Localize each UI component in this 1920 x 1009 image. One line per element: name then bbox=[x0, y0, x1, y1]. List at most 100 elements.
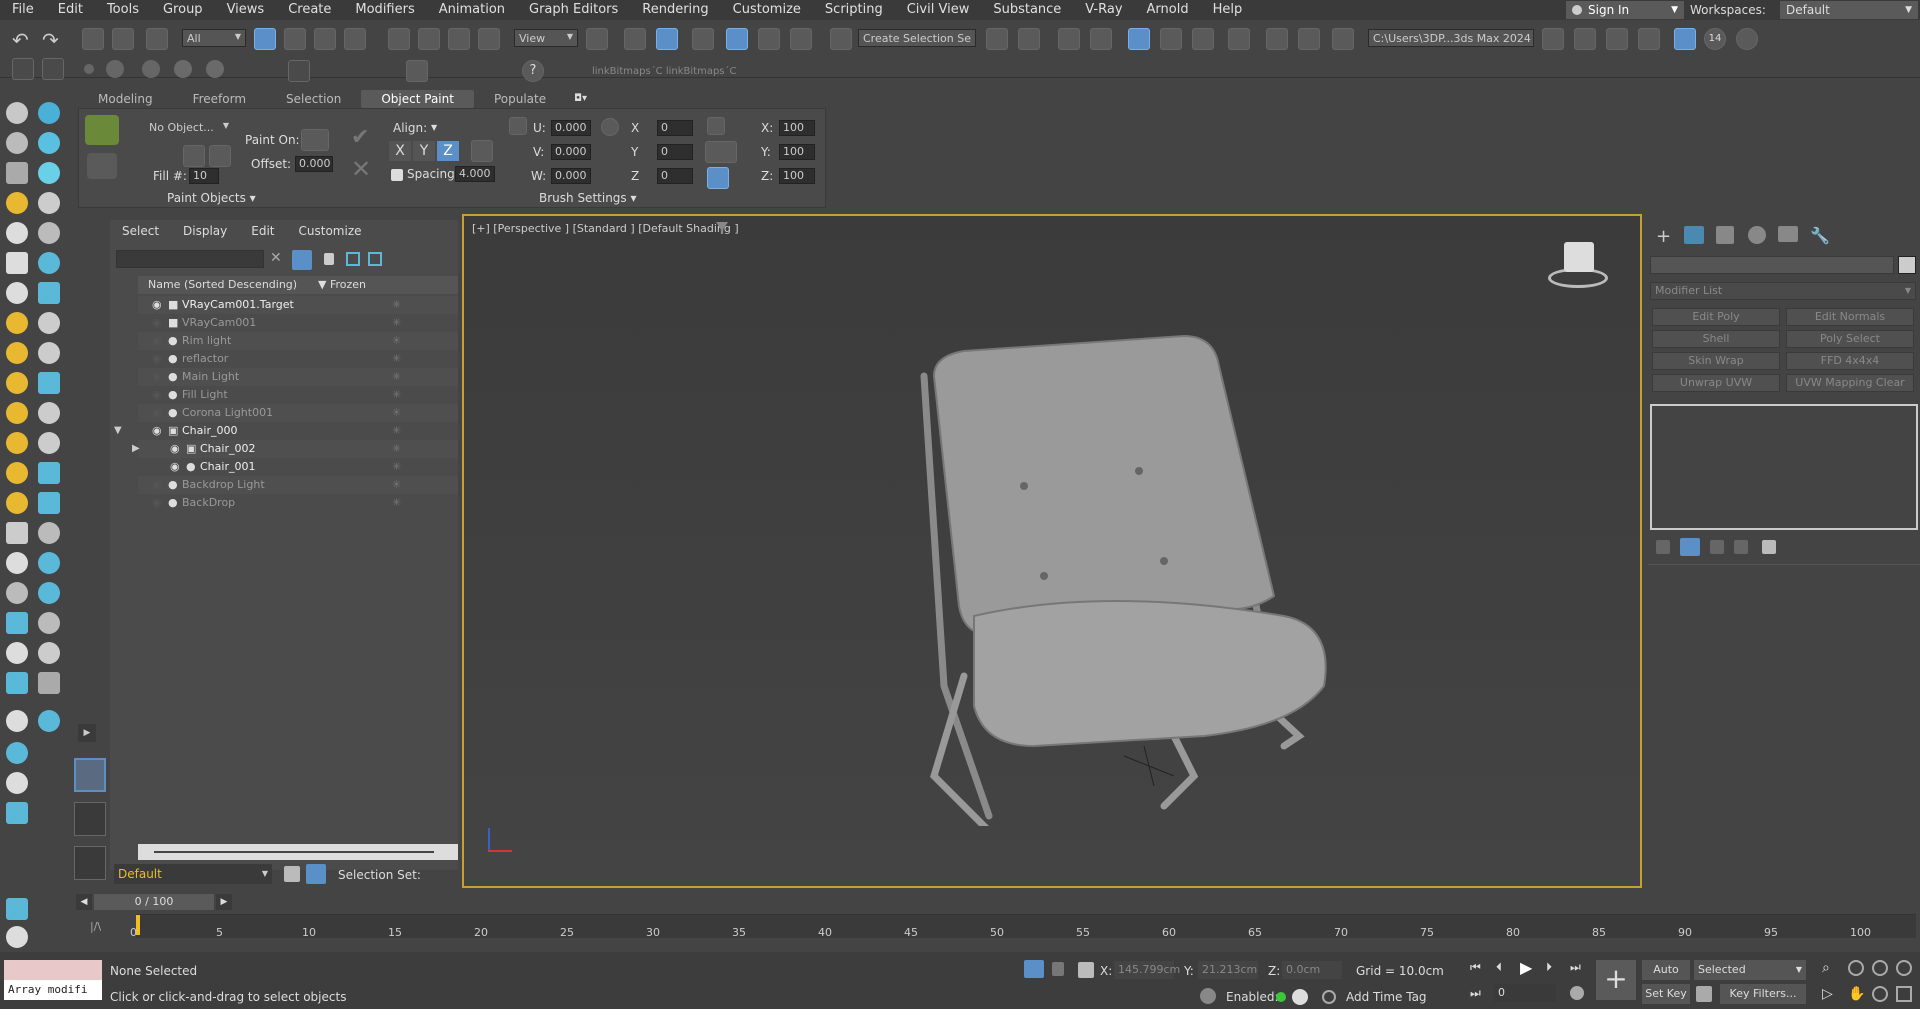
cone-tool-icon[interactable] bbox=[38, 312, 60, 334]
viewcube-box[interactable] bbox=[1564, 242, 1594, 272]
zoom-extents-all-icon[interactable] bbox=[1896, 960, 1912, 976]
brush-tool-icon[interactable] bbox=[6, 222, 28, 244]
preset-dot-3[interactable] bbox=[174, 60, 192, 78]
menu-scripting[interactable]: Scripting bbox=[813, 0, 895, 20]
tree-row[interactable]: ▼ ◉ ▣ Chair_000 ✳ bbox=[114, 422, 458, 440]
isolate-selection-icon[interactable] bbox=[1024, 960, 1044, 978]
visibility-eye-icon[interactable]: ◉ bbox=[152, 350, 162, 368]
vray-logo-icon[interactable] bbox=[6, 926, 28, 948]
key-filters-button[interactable]: Key Filters... bbox=[1720, 984, 1806, 1004]
cube-tool-icon[interactable] bbox=[6, 522, 28, 544]
selection-set-icon[interactable] bbox=[306, 864, 326, 884]
tree-icon[interactable] bbox=[288, 60, 310, 82]
help-tool-icon[interactable] bbox=[38, 552, 60, 574]
pan-icon[interactable]: ✋ bbox=[1848, 986, 1865, 1002]
schematic-view-icon[interactable] bbox=[1192, 28, 1214, 50]
frozen-snowflake-icon[interactable]: ✳ bbox=[392, 476, 401, 494]
modifier-button-uvw-mapping-clear[interactable]: UVW Mapping Clear bbox=[1786, 374, 1914, 392]
axis-y-button[interactable]: Y bbox=[413, 141, 435, 161]
shape-tool-icon[interactable] bbox=[6, 192, 28, 214]
auto-key-button[interactable]: Auto Key bbox=[1642, 960, 1690, 996]
visibility-eye-icon[interactable]: ◉ bbox=[152, 296, 162, 314]
tab-selection[interactable]: Selection bbox=[266, 90, 361, 108]
tree-row[interactable]: ◉ ● Backdrop Light ✳ bbox=[138, 476, 458, 494]
window-crossing-icon[interactable] bbox=[344, 28, 366, 50]
select-manipulate-icon[interactable] bbox=[624, 28, 646, 50]
container-inherit-icon[interactable] bbox=[1606, 28, 1628, 50]
menu-arnold[interactable]: Arnold bbox=[1135, 0, 1201, 20]
mesh-tool-icon[interactable] bbox=[6, 612, 28, 634]
select-by-name-icon[interactable] bbox=[284, 28, 306, 50]
light-bulb-icon[interactable] bbox=[38, 162, 60, 184]
fill-spinner[interactable]: 10 bbox=[189, 168, 219, 184]
scroll-thumb[interactable] bbox=[154, 851, 434, 853]
preset-dot-4[interactable] bbox=[206, 60, 224, 78]
save-icon[interactable] bbox=[1674, 28, 1696, 50]
enabled-toggle[interactable] bbox=[1292, 989, 1308, 1005]
y-coord-field[interactable]: 21.213cm bbox=[1198, 961, 1258, 979]
spot-light-icon[interactable] bbox=[6, 432, 28, 454]
snaps-toggle-icon[interactable] bbox=[692, 28, 714, 50]
display-tab-icon[interactable] bbox=[1778, 226, 1798, 242]
geometry-icon[interactable] bbox=[38, 102, 60, 124]
target-tool-icon[interactable] bbox=[38, 432, 60, 454]
viewport-layout-quad[interactable] bbox=[74, 846, 106, 880]
explorer-hscroll[interactable] bbox=[138, 844, 458, 860]
maxscript-output[interactable]: Array modifi bbox=[4, 980, 102, 1000]
preset-dot-2[interactable] bbox=[142, 60, 160, 78]
move-icon[interactable] bbox=[388, 28, 410, 50]
menu-file[interactable]: File bbox=[0, 0, 46, 20]
time-next-arrow[interactable]: ▶ bbox=[216, 894, 232, 910]
sign-in-button[interactable]: Sign In ▼ bbox=[1566, 1, 1684, 19]
show-end-result-icon[interactable] bbox=[1680, 538, 1700, 556]
w-spinner[interactable]: 0.000 bbox=[551, 168, 591, 184]
menu-customize[interactable]: Customize bbox=[721, 0, 813, 20]
sphere-tool-icon[interactable] bbox=[6, 132, 28, 154]
filter-toggle-icon[interactable] bbox=[292, 250, 312, 270]
render-production-icon[interactable] bbox=[1332, 28, 1354, 50]
star-light-icon[interactable] bbox=[6, 492, 28, 514]
layer-hierarchy-icon[interactable] bbox=[368, 252, 382, 266]
scale-x-spinner[interactable]: 100 bbox=[779, 120, 815, 136]
menu-edit[interactable]: Edit bbox=[46, 0, 95, 20]
visibility-eye-icon[interactable]: ◉ bbox=[152, 332, 162, 350]
hierarchy-icon[interactable] bbox=[346, 252, 360, 266]
spacewarp-tool-icon[interactable] bbox=[38, 222, 60, 244]
container-icon[interactable] bbox=[1574, 28, 1596, 50]
tri-tool-icon[interactable] bbox=[6, 582, 28, 604]
key-mode-select[interactable]: Selected ▼ bbox=[1694, 960, 1806, 980]
create-tab-icon[interactable]: + bbox=[1656, 226, 1671, 247]
frozen-snowflake-icon[interactable]: ✳ bbox=[392, 350, 401, 368]
maxscript-mini-listener[interactable] bbox=[4, 960, 102, 982]
loop-tool-icon[interactable] bbox=[38, 342, 60, 364]
modifier-button-unwrap-uvw[interactable]: Unwrap UVW bbox=[1652, 374, 1780, 392]
tab-freeform[interactable]: Freeform bbox=[173, 90, 266, 108]
camera-tool-icon[interactable] bbox=[38, 132, 60, 154]
y-spinner[interactable]: 0 bbox=[657, 144, 693, 160]
perspective-viewport[interactable]: [+] [Perspective ] [Standard ] [Default … bbox=[462, 214, 1642, 888]
maximize-viewport-icon[interactable] bbox=[1896, 986, 1912, 1002]
time-slider[interactable]: 0 / 100 bbox=[94, 894, 214, 910]
axis-tool-icon[interactable] bbox=[38, 710, 60, 732]
next-frame-icon[interactable]: ⏵ bbox=[1546, 960, 1552, 975]
pivot-center-icon[interactable] bbox=[586, 28, 608, 50]
selection-lock-icon[interactable] bbox=[1052, 962, 1064, 976]
menu-views[interactable]: Views bbox=[215, 0, 277, 20]
omni-light-icon[interactable] bbox=[6, 462, 28, 484]
paint-object-select[interactable]: No Object... ▼ bbox=[145, 119, 233, 137]
modifier-button-ffd[interactable]: FFD 4x4x4 bbox=[1786, 352, 1914, 370]
material-tool-icon[interactable] bbox=[6, 282, 28, 304]
node-tool-icon[interactable] bbox=[38, 642, 60, 664]
menu-help[interactable]: Help bbox=[1201, 0, 1255, 20]
eye-tool-icon[interactable] bbox=[38, 522, 60, 544]
reference-coordinate-select[interactable]: View ▼ bbox=[514, 29, 578, 47]
workspace-select[interactable]: Default ▼ bbox=[1780, 1, 1918, 19]
frozen-snowflake-icon[interactable]: ✳ bbox=[392, 332, 401, 350]
z-coord-field[interactable]: 0.0cm bbox=[1282, 961, 1342, 979]
tree-row[interactable]: ◉ ● Chair_001 ✳ bbox=[138, 458, 458, 476]
tree-row[interactable]: ◉ ■ VRayCam001.Target ✳ bbox=[138, 296, 458, 314]
mirror-icon[interactable] bbox=[986, 28, 1008, 50]
paint-brush-icon[interactable] bbox=[85, 115, 119, 145]
scale-brush-icon[interactable] bbox=[707, 117, 725, 135]
layer-explorer-icon[interactable] bbox=[1090, 28, 1112, 50]
